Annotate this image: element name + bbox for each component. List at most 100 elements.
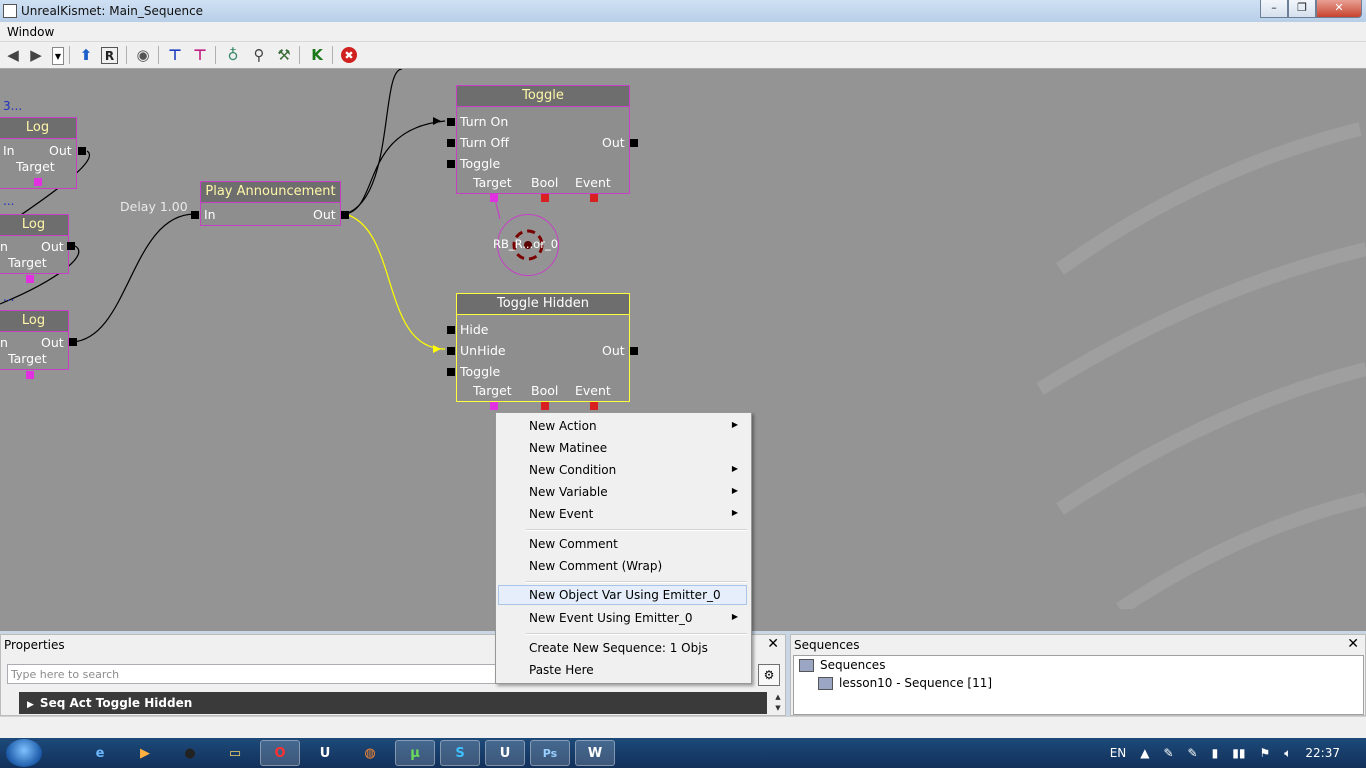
port-label-hide: Hide [460, 322, 489, 337]
input-port[interactable] [447, 368, 455, 376]
variable-port[interactable] [541, 194, 549, 202]
menu-item-label: New Comment [529, 537, 618, 551]
menu-item-label: New Comment (Wrap) [529, 559, 663, 573]
menu-item-new-variable[interactable]: New Variable ▶ [498, 482, 747, 502]
output-port[interactable] [69, 338, 77, 346]
tray-device-icon[interactable]: ▮ [1212, 746, 1219, 760]
flag-icon[interactable]: ⚑ [1259, 746, 1270, 760]
submenu-arrow-icon: ▶ [731, 420, 738, 429]
minimize-button[interactable]: – [1260, 0, 1288, 18]
variable-port[interactable] [26, 371, 34, 379]
toolbar-divider [215, 46, 216, 64]
toolbar: ◀ ▶ ▼ ⬆ R ◉ ⊤ ⊤ ♁ ⚲ ⚒ K ✖ [0, 42, 1366, 69]
menu-item-new-comment-wrap[interactable]: New Comment (Wrap) [498, 556, 747, 576]
input-port[interactable] [447, 139, 455, 147]
close-icon[interactable]: ✕ [767, 636, 779, 652]
expand-arrow-icon[interactable]: ▶ [27, 700, 34, 710]
tree-item-lesson10[interactable]: lesson10 - Sequence [11] [818, 676, 992, 690]
output-port[interactable] [341, 211, 349, 219]
output-port[interactable] [630, 139, 638, 147]
up-arrow-icon[interactable]: ⬆ [77, 46, 95, 64]
port-label-target: Target [8, 255, 47, 270]
toolbar-divider [69, 46, 70, 64]
eye-icon[interactable]: ◉ [134, 46, 152, 64]
layout-icon-2[interactable]: ⊤ [191, 46, 209, 64]
game-icon[interactable]: ● [170, 740, 210, 766]
menu-item-label: New Matinee [529, 441, 608, 455]
ie-icon[interactable]: e [80, 740, 120, 766]
scrollbar[interactable]: ▲ ▼ [772, 692, 784, 716]
back-arrow-icon[interactable]: ◀ [4, 46, 22, 64]
variable-port[interactable] [590, 402, 598, 410]
language-indicator[interactable]: EN [1110, 746, 1127, 760]
variable-port[interactable] [590, 194, 598, 202]
opera-icon[interactable]: O [260, 740, 300, 766]
search-options-icon[interactable]: ⚙ [758, 664, 780, 686]
photoshop-icon[interactable]: Ps [530, 740, 570, 766]
truncated-label: ... [3, 290, 15, 304]
output-port[interactable] [630, 347, 638, 355]
menu-separator [526, 633, 747, 635]
menu-item-paste-here[interactable]: Paste Here [498, 660, 747, 680]
port-label-bool: Bool [531, 175, 559, 190]
start-button[interactable] [6, 739, 42, 767]
output-port[interactable] [78, 147, 86, 155]
menu-item-new-object-var[interactable]: New Object Var Using Emitter_0 [498, 585, 747, 605]
variable-port[interactable] [34, 178, 42, 186]
word-icon[interactable]: W [575, 740, 615, 766]
skype-icon[interactable]: S [440, 740, 480, 766]
utorrent-icon[interactable]: µ [395, 740, 435, 766]
stop-icon[interactable]: ✖ [341, 47, 357, 63]
layout-icon-1[interactable]: ⊤ [166, 46, 184, 64]
property-category[interactable]: ▶ Seq Act Toggle Hidden [19, 692, 767, 714]
zoom-icon[interactable]: ⚲ [250, 46, 268, 64]
tray-app-icon[interactable]: ✎ [1188, 746, 1198, 760]
media-player-icon[interactable]: ▶ [125, 740, 165, 766]
variable-port[interactable] [26, 275, 34, 283]
search-input[interactable]: Type here to search [7, 664, 507, 684]
menu-item-new-action[interactable]: New Action ▶ [498, 416, 747, 436]
unreal-icon-2[interactable]: U [485, 740, 525, 766]
menu-item-new-event[interactable]: New Event ▶ [498, 504, 747, 524]
menu-item-create-new-sequence[interactable]: Create New Sequence: 1 Objs [498, 638, 747, 658]
clock[interactable]: 22:37 [1305, 746, 1340, 760]
close-icon[interactable]: ✕ [1347, 636, 1359, 652]
menu-item-new-comment[interactable]: New Comment [498, 534, 747, 554]
maximize-button[interactable]: ❐ [1288, 0, 1316, 18]
submenu-arrow-icon: ▶ [731, 508, 738, 517]
output-port[interactable] [67, 242, 75, 250]
close-button[interactable]: ✕ [1316, 0, 1362, 18]
tray-expand-icon[interactable]: ▲ [1140, 746, 1149, 760]
context-menu: New Action ▶ New Matinee New Condition ▶… [495, 412, 752, 684]
menu-window[interactable]: Window [7, 25, 54, 39]
wand-icon[interactable]: ⚒ [275, 46, 293, 64]
firefox-icon[interactable]: ◍ [350, 740, 390, 766]
r-icon[interactable]: R [101, 47, 118, 64]
explorer-icon[interactable]: ▭ [215, 740, 255, 766]
port-label-in: n [0, 239, 8, 254]
port-label-in: In [3, 143, 15, 158]
unreal-icon-1[interactable]: U [305, 740, 345, 766]
menu-bar: Window [0, 22, 1366, 42]
forward-arrow-icon[interactable]: ▶ [27, 46, 45, 64]
submenu-arrow-icon: ▶ [731, 486, 738, 495]
menu-item-new-event-using[interactable]: New Event Using Emitter_0 ▶ [498, 608, 747, 628]
k-icon[interactable]: K [308, 46, 326, 64]
input-port[interactable] [447, 160, 455, 168]
volume-icon[interactable]: 🔈︎ [1284, 746, 1291, 761]
menu-item-new-condition[interactable]: New Condition ▶ [498, 460, 747, 480]
dropdown-icon[interactable]: ▼ [52, 47, 64, 65]
input-port[interactable] [447, 326, 455, 334]
bulb-icon[interactable]: ♁ [224, 46, 242, 64]
input-port[interactable] [447, 347, 455, 355]
tray-app-icon[interactable]: ✎ [1163, 746, 1173, 760]
input-port[interactable] [447, 118, 455, 126]
variable-port[interactable] [490, 402, 498, 410]
input-port[interactable] [191, 211, 199, 219]
menu-item-new-matinee[interactable]: New Matinee [498, 438, 747, 458]
tree-item-root[interactable]: Sequences [799, 658, 885, 672]
variable-port[interactable] [490, 194, 498, 202]
network-icon[interactable]: ▮▮ [1232, 746, 1245, 760]
submenu-arrow-icon: ▶ [731, 612, 738, 621]
variable-port[interactable] [541, 402, 549, 410]
